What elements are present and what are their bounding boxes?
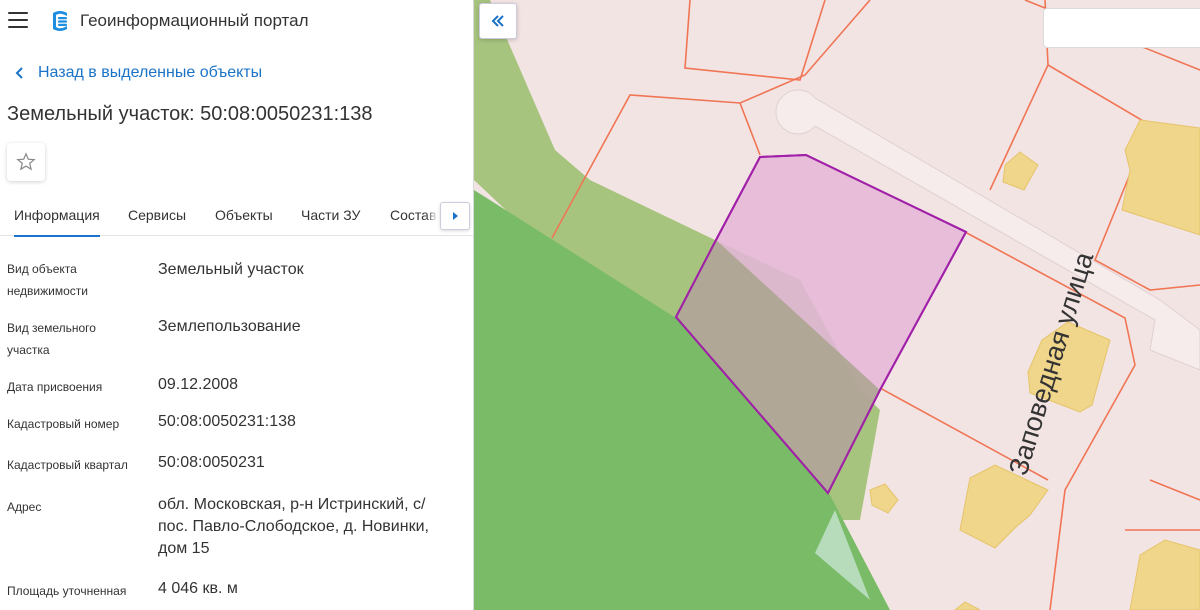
star-outline-icon [16, 152, 36, 171]
chevron-left-icon [15, 67, 23, 79]
attribute-value: 09.12.2008 [158, 376, 239, 393]
attribute-value: обл. Московская, р-н Истринский, с/пос. … [158, 496, 429, 557]
back-to-selected-link[interactable]: Назад в выделенные объекты [12, 64, 262, 82]
caret-right-icon [453, 212, 458, 220]
attribute-label: Дата присвоения [7, 380, 103, 394]
top-bar: Геоинформационный портал [0, 0, 473, 42]
back-link-label: Назад в выделенные объекты [38, 64, 263, 81]
object-title: Земельный участок: 50:08:0050231:138 [7, 103, 373, 125]
attribute-value: Земельный участок [158, 261, 304, 278]
attribute-label: Вид объекта недвижимости [7, 262, 88, 298]
collapse-panel-button[interactable] [479, 3, 517, 39]
map-search-input[interactable] [1043, 8, 1200, 48]
portal-logo-icon [53, 11, 67, 31]
attribute-label: Площадь уточненная [7, 584, 127, 598]
tab-information[interactable]: Информация [14, 207, 100, 237]
tab-fade [425, 197, 439, 235]
tab-services[interactable]: Сервисы [128, 207, 186, 223]
attribute-label: Кадастровый квартал [7, 458, 128, 472]
attribute-value: 50:08:0050231 [158, 454, 265, 471]
app-title: Геоинформационный портал [80, 11, 309, 30]
tab-parcel-parts[interactable]: Части ЗУ [301, 207, 360, 223]
hamburger-menu-icon[interactable] [8, 12, 28, 28]
map-view[interactable] [474, 0, 1200, 610]
cadastral-map[interactable] [474, 0, 1200, 610]
attribute-label: Кадастровый номер [7, 417, 120, 431]
attribute-value: Землепользование [158, 318, 301, 335]
tabs-scroll-right-button[interactable] [440, 202, 470, 230]
info-panel: Геоинформационный портал Назад в выделен… [0, 0, 474, 610]
favorite-button[interactable] [7, 143, 45, 181]
tab-objects[interactable]: Объекты [215, 207, 273, 223]
double-chevron-left-icon [491, 15, 504, 27]
tab-bar: Информация Сервисы Объекты Части ЗУ Сост… [0, 197, 473, 237]
attribute-label: Адрес [7, 500, 42, 514]
attribute-value: 4 046 кв. м [158, 580, 238, 597]
attribute-value: 50:08:0050231:138 [158, 413, 296, 430]
attribute-label: Вид земельного участка [7, 321, 96, 357]
